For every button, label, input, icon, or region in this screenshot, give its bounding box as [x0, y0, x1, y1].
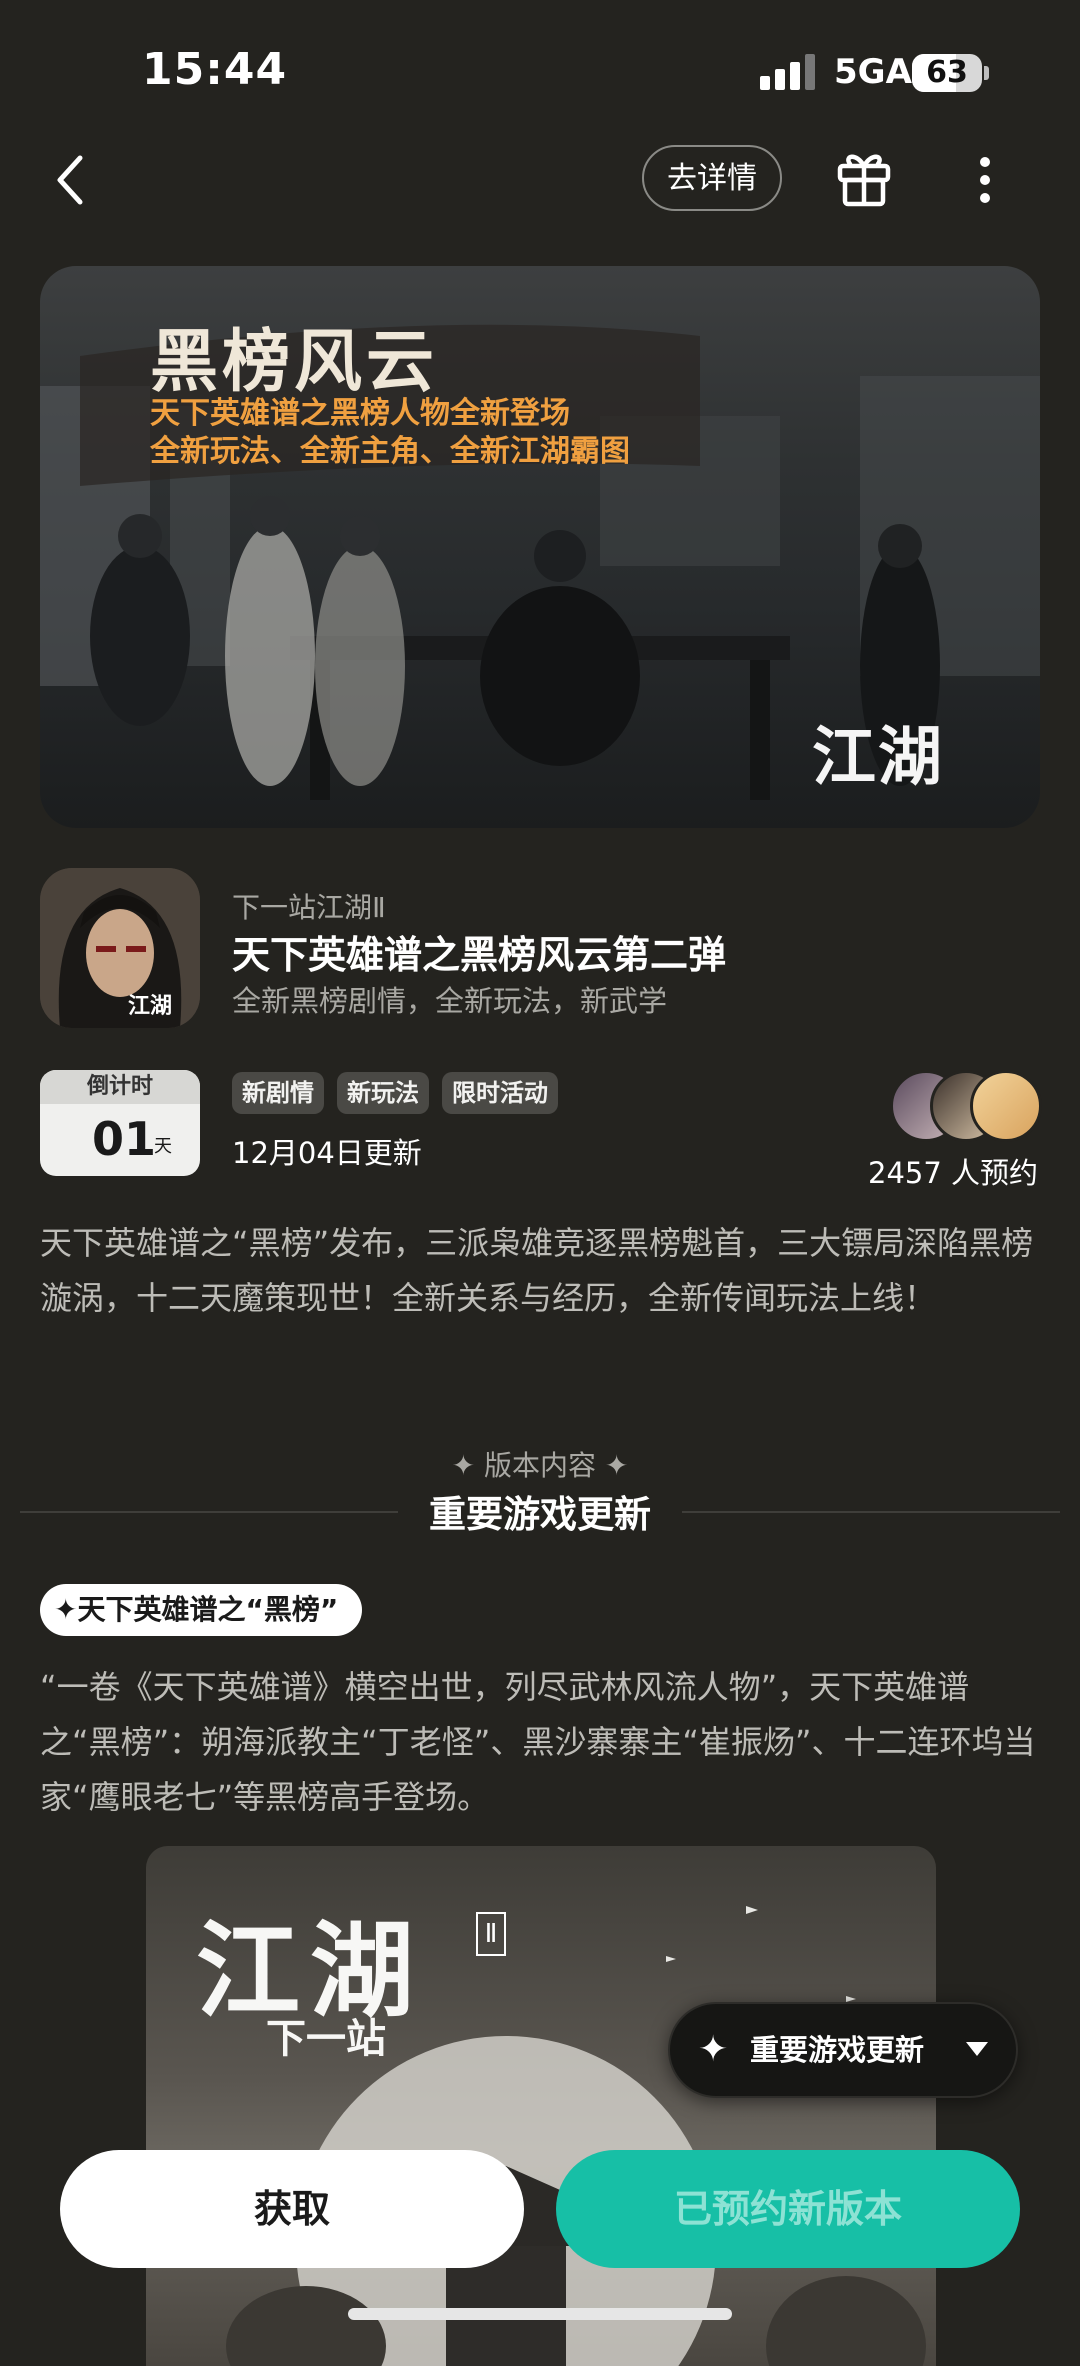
section-jump-dropdown[interactable]: ✦ 重要游戏更新: [668, 2002, 1018, 2098]
signal-icon: [760, 54, 815, 90]
back-button[interactable]: [50, 150, 94, 210]
banner-game-logo: 江湖: [812, 720, 944, 795]
go-detail-button[interactable]: 去详情: [642, 145, 782, 211]
network-type: 5GA: [834, 52, 912, 92]
sparkle-icon: ✦: [596, 1449, 629, 1482]
tag-new-story: 新剧情: [232, 1072, 324, 1114]
event-tagline: 全新黑榜剧情，全新玩法，新武学: [232, 984, 668, 1018]
event-title: 天下英雄谱之黑榜风云第二弹: [232, 933, 727, 977]
sparkle-icon: ✦: [698, 2029, 729, 2070]
game-avatar-artwork: [40, 868, 200, 1028]
battery-cap: [984, 66, 989, 80]
countdown-label: 倒计时: [40, 1070, 200, 1104]
reservation-count: 2457 人预约: [868, 1156, 1039, 1190]
sparkle-icon: ✦: [451, 1449, 484, 1482]
section-title: 重要游戏更新: [429, 1493, 651, 1536]
feature-poster[interactable]: 江湖 下一站 Ⅱ: [146, 1846, 936, 2366]
poster-logo-sub: 下一站: [266, 2015, 386, 2062]
game-app-icon[interactable]: 江湖: [40, 868, 200, 1028]
event-description: 天下英雄谱之“黑榜”发布，三派枭雄竞逐黑榜魁首，三大镖局深陷黑榜漩涡，十二天魔策…: [40, 1224, 1034, 1317]
banner-subtitle-2: 全新玩法、全新主角、全新江湖霸图: [150, 434, 630, 469]
reserver-avatar: [970, 1070, 1042, 1142]
feature-pill-label: 天下英雄谱之“黑榜”: [77, 1593, 339, 1626]
section-subtitle-text: 版本内容: [483, 1449, 596, 1482]
reserved-version-button[interactable]: 已预约新版本: [556, 2150, 1020, 2268]
caret-down-icon: [966, 2042, 988, 2056]
section-subtitle: ✦ 版本内容 ✦: [0, 1444, 1080, 1484]
gift-icon[interactable]: [836, 148, 892, 208]
sparkle-icon: ✦: [54, 1593, 78, 1626]
more-options-icon[interactable]: [970, 150, 1000, 210]
feature-pill: ✦天下英雄谱之“黑榜”: [40, 1584, 363, 1636]
countdown-value: 01: [92, 1112, 157, 1166]
tag-limited-event: 限时活动: [442, 1072, 558, 1114]
tag-new-gameplay: 新玩法: [337, 1072, 429, 1114]
battery-icon: 63: [912, 54, 982, 92]
update-date: 12月04日更新: [232, 1136, 422, 1170]
get-button[interactable]: 获取: [60, 2150, 524, 2268]
poster-roman-numeral: Ⅱ: [476, 1912, 506, 1956]
dropdown-label: 重要游戏更新: [750, 2033, 925, 2067]
promo-banner[interactable]: 黑榜风云 天下英雄谱之黑榜人物全新登场 全新玩法、全新主角、全新江湖霸图 江湖: [40, 266, 1040, 828]
feature-description: “一卷《天下英雄谱》横空出世，列尽武林风流人物”，天下英雄谱之“黑榜”：朔海派教…: [40, 1668, 1036, 1816]
status-time: 15:44: [142, 44, 288, 95]
game-icon-logo: 江湖: [128, 993, 173, 1019]
home-indicator: [348, 2308, 732, 2320]
game-name: 下一站江湖Ⅱ: [232, 891, 386, 924]
battery-level: 63: [926, 55, 968, 90]
countdown-card: 倒计时 01 天: [40, 1070, 200, 1176]
countdown-unit: 天: [154, 1136, 172, 1157]
